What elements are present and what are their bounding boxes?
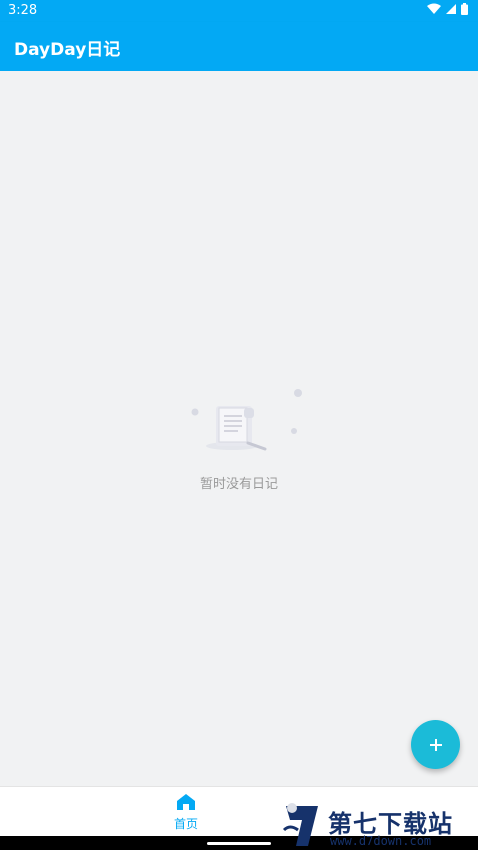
nav-item-home[interactable]: 首页 xyxy=(159,793,213,833)
empty-diary-icon xyxy=(191,389,302,451)
signal-icon xyxy=(446,4,456,14)
plus-icon xyxy=(429,738,442,751)
gesture-handle[interactable] xyxy=(207,842,271,845)
status-bar: 3:28 xyxy=(0,0,478,22)
home-icon xyxy=(177,794,195,810)
watermark-url: www.d7down.com xyxy=(330,834,432,848)
app-title: DayDay日记 xyxy=(14,40,121,60)
status-time: 3:28 xyxy=(8,3,38,18)
wifi-icon xyxy=(427,3,441,14)
battery-icon xyxy=(461,3,468,15)
app-bar: DayDay日记 xyxy=(0,22,478,71)
watermark: 第七下载站 www.d7down.com xyxy=(282,798,478,850)
watermark-logo-icon xyxy=(282,803,318,846)
add-diary-button[interactable] xyxy=(411,720,460,769)
empty-state-text: 暂时没有日记 xyxy=(199,477,278,492)
nav-item-home-label: 首页 xyxy=(173,817,198,831)
status-icons xyxy=(427,3,468,15)
